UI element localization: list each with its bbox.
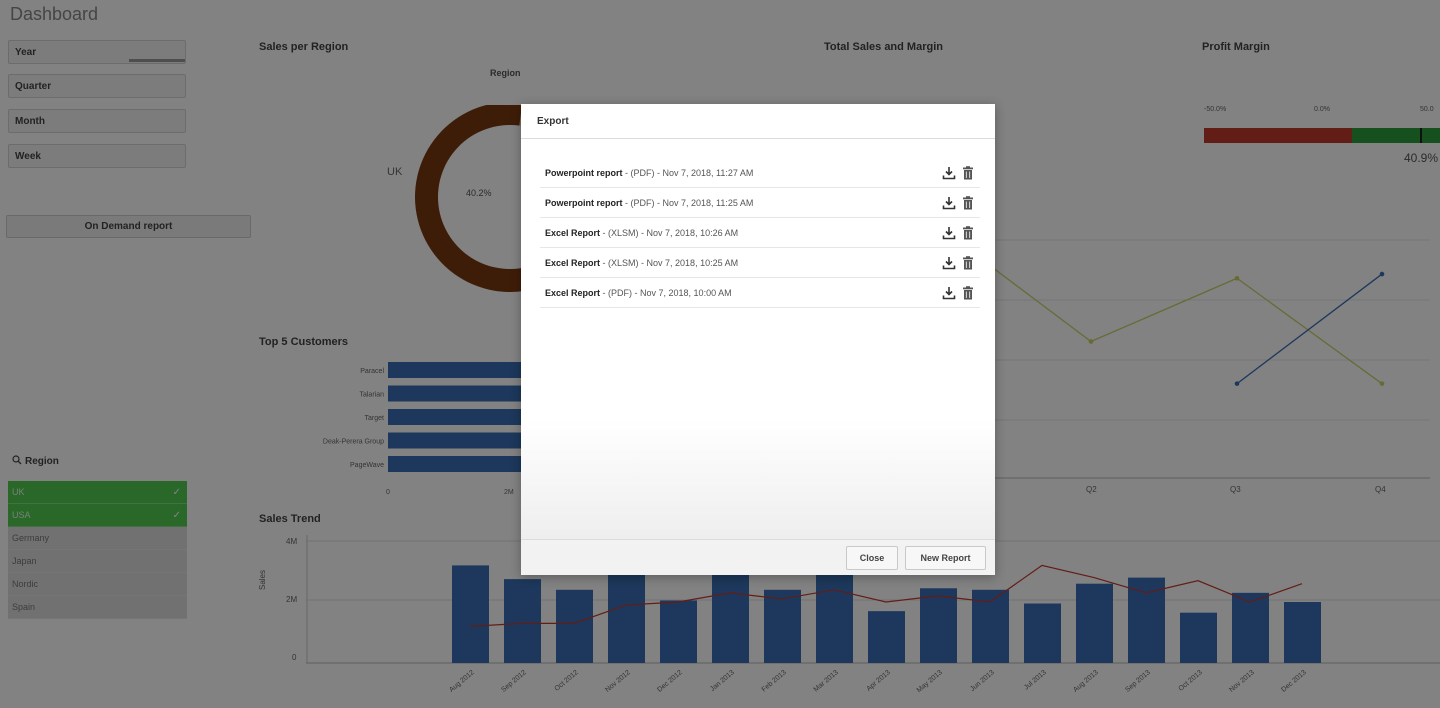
trash-icon[interactable] — [962, 196, 974, 210]
close-button[interactable]: Close — [846, 546, 898, 570]
report-detail: - (PDF) - Nov 7, 2018, 10:00 AM — [600, 288, 732, 298]
download-icon[interactable] — [942, 196, 956, 210]
report-detail: - (XLSM) - Nov 7, 2018, 10:25 AM — [600, 258, 739, 268]
report-detail: - (PDF) - Nov 7, 2018, 11:27 AM — [622, 168, 754, 178]
report-list: Powerpoint report - (PDF) - Nov 7, 2018,… — [540, 158, 980, 308]
report-name: Excel Report — [545, 288, 601, 298]
trash-icon[interactable] — [962, 286, 974, 300]
report-name: Excel Report — [545, 258, 601, 268]
export-dialog-footer: Close New Report — [521, 539, 995, 575]
export-dialog: Export Powerpoint report - (PDF) - Nov 7… — [521, 104, 995, 575]
download-icon[interactable] — [942, 286, 956, 300]
report-row[interactable]: Excel Report - (PDF) - Nov 7, 2018, 10:0… — [540, 278, 980, 308]
report-detail: - (XLSM) - Nov 7, 2018, 10:26 AM — [600, 228, 739, 238]
report-row[interactable]: Excel Report - (XLSM) - Nov 7, 2018, 10:… — [540, 248, 980, 278]
report-detail: - (PDF) - Nov 7, 2018, 11:25 AM — [622, 198, 754, 208]
report-row[interactable]: Powerpoint report - (PDF) - Nov 7, 2018,… — [540, 158, 980, 188]
trash-icon[interactable] — [962, 166, 974, 180]
new-report-button[interactable]: New Report — [905, 546, 986, 570]
download-icon[interactable] — [942, 226, 956, 240]
report-row[interactable]: Powerpoint report - (PDF) - Nov 7, 2018,… — [540, 188, 980, 218]
report-name: Powerpoint report — [545, 168, 623, 178]
download-icon[interactable] — [942, 256, 956, 270]
download-icon[interactable] — [942, 166, 956, 180]
report-name: Excel Report — [545, 228, 601, 238]
report-row[interactable]: Excel Report - (XLSM) - Nov 7, 2018, 10:… — [540, 218, 980, 248]
report-name: Powerpoint report — [545, 198, 623, 208]
trash-icon[interactable] — [962, 256, 974, 270]
trash-icon[interactable] — [962, 226, 974, 240]
export-dialog-title: Export — [521, 104, 995, 139]
export-dialog-body: Powerpoint report - (PDF) - Nov 7, 2018,… — [521, 139, 995, 539]
